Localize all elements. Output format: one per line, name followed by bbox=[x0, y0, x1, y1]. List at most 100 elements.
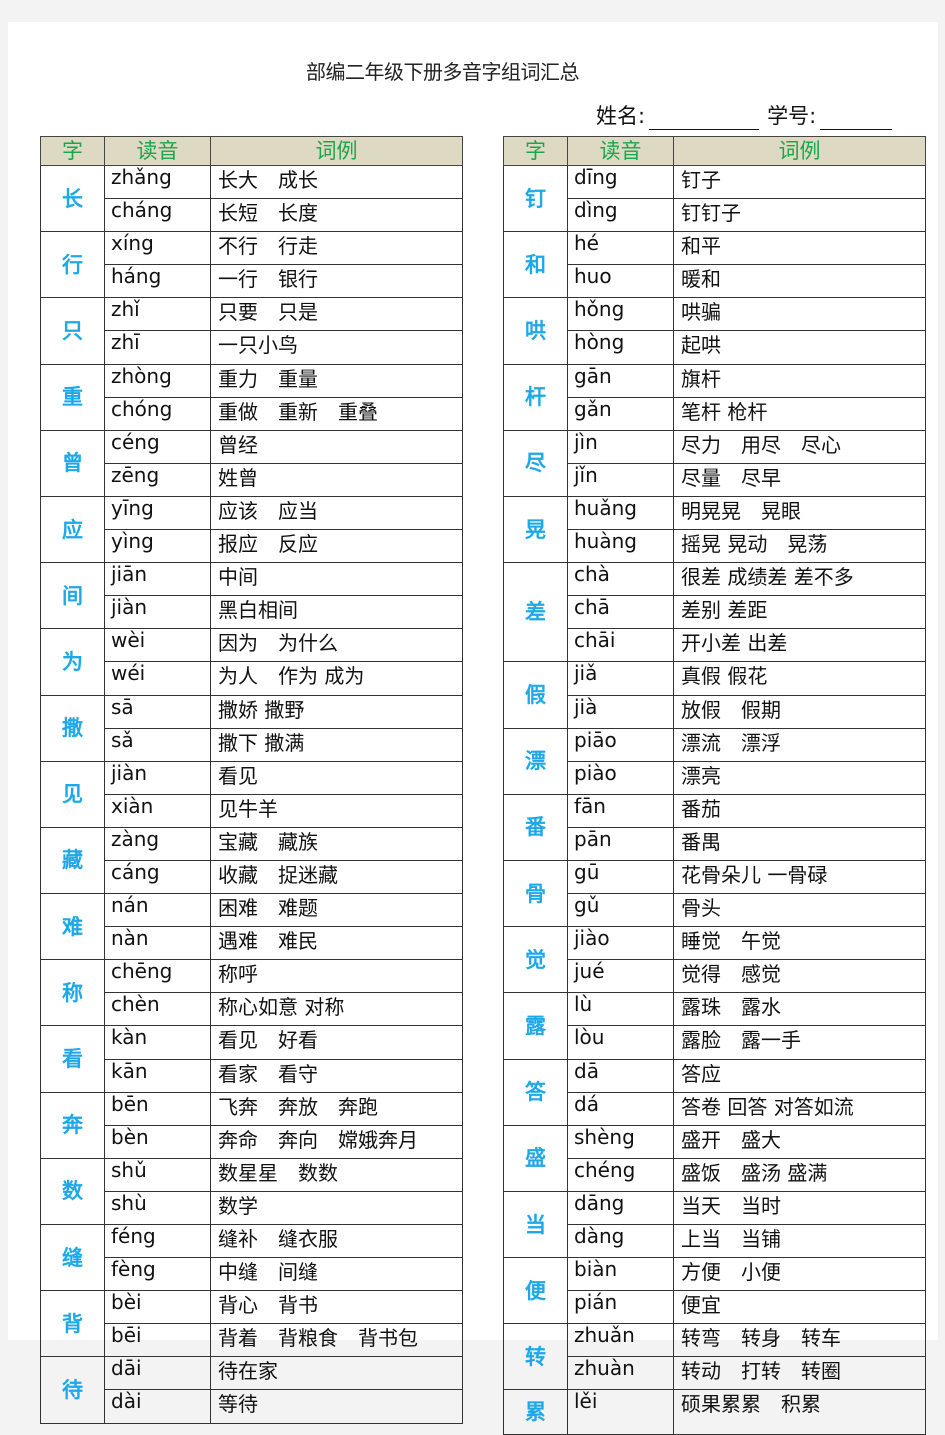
pinyin-reading: bèi bbox=[104, 1290, 211, 1325]
table-row: lòu 露脸 露一手 bbox=[504, 1025, 926, 1060]
table-row: 重 zhòng 重力 重量 bbox=[40, 363, 463, 431]
table-row: yìng 报应 反应 bbox=[41, 529, 463, 564]
polyphone-character: 和 bbox=[503, 231, 568, 299]
pinyin-reading: lěi bbox=[567, 1389, 674, 1435]
table-body: 长 zhǎng 长大 成长 cháng 长短 长度行 xíng 不行 行走 háng 一行 银行… bbox=[40, 164, 463, 1424]
example-words: 觉得 感觉 bbox=[673, 959, 926, 994]
polyphone-character: 番 bbox=[503, 793, 568, 861]
table-row: 曾 céng 曾经 bbox=[40, 429, 463, 497]
table-row: xiàn 见牛羊 bbox=[41, 793, 463, 828]
example-words: 差别 差距 bbox=[673, 595, 926, 630]
example-words: 背着 背粮食 背书包 bbox=[210, 1323, 463, 1358]
example-words: 称呼 bbox=[210, 959, 463, 994]
student-number-blank-field[interactable] bbox=[820, 105, 893, 130]
example-words: 应该 应当 bbox=[210, 495, 463, 531]
example-words: 明晃晃 晃眼 bbox=[673, 495, 926, 531]
pinyin-reading: dài bbox=[104, 1389, 211, 1424]
table-row: shù 数学 bbox=[41, 1190, 463, 1226]
example-words: 笔杆 枪杆 bbox=[673, 396, 926, 431]
example-words: 转弯 转身 转车 bbox=[673, 1323, 926, 1358]
pinyin-reading: pān bbox=[567, 826, 674, 861]
example-words: 宝藏 藏族 bbox=[210, 826, 463, 861]
header-char: 字 bbox=[503, 136, 568, 166]
example-words: 见牛羊 bbox=[210, 793, 463, 828]
example-words: 当天 当时 bbox=[673, 1190, 926, 1226]
polyphone-character: 便 bbox=[503, 1257, 568, 1325]
table-row: 盛 shèng 盛开 盛大 bbox=[503, 1124, 926, 1192]
polyphone-character: 撒 bbox=[40, 694, 105, 762]
example-words: 因为 为什么 bbox=[210, 628, 463, 663]
table-row: 长 zhǎng 长大 成长 bbox=[40, 164, 463, 233]
pinyin-reading: cháng bbox=[104, 198, 211, 233]
pinyin-reading: shù bbox=[104, 1190, 211, 1226]
name-label: 姓名: bbox=[596, 104, 646, 128]
example-words: 黑白相间 bbox=[210, 595, 463, 630]
pinyin-reading: fān bbox=[567, 793, 674, 828]
table-row: 累 lěi 硕果累累 积累 bbox=[503, 1389, 926, 1435]
table-row: chā 差别 差距 bbox=[504, 595, 926, 630]
table-row: 晃 huǎng 明晃晃 晃眼 bbox=[503, 495, 926, 564]
example-words: 重做 重新 重叠 bbox=[210, 396, 463, 431]
pinyin-reading: gū bbox=[567, 859, 674, 895]
polyphone-character: 钉 bbox=[503, 164, 568, 233]
pinyin-reading: huǎng bbox=[567, 495, 674, 531]
table-row: 见 jiàn 看见 bbox=[40, 760, 463, 828]
polyphone-character: 骨 bbox=[503, 859, 568, 928]
pinyin-reading: yìng bbox=[104, 529, 211, 564]
example-words: 撒娇 撒野 bbox=[210, 694, 463, 729]
example-words: 中缝 间缝 bbox=[210, 1257, 463, 1292]
table-row: 答 dā 答应 bbox=[503, 1058, 926, 1126]
student-number-label: 学号: bbox=[767, 104, 817, 128]
pinyin-reading: xiàn bbox=[104, 793, 211, 828]
polyphone-character: 行 bbox=[40, 231, 105, 299]
example-words: 哄骗 bbox=[673, 297, 926, 332]
polyphone-character: 盛 bbox=[503, 1124, 568, 1192]
pinyin-reading: cáng bbox=[104, 859, 211, 895]
table-row: huo 暖和 bbox=[504, 264, 926, 299]
pinyin-reading: hòng bbox=[567, 330, 674, 365]
table-row: 尽 jìn 尽力 用尽 尽心 bbox=[503, 429, 926, 497]
pinyin-reading: bèn bbox=[104, 1124, 211, 1159]
pinyin-reading: yīng bbox=[104, 495, 211, 531]
pinyin-reading: dīng bbox=[567, 164, 674, 200]
table-row: 哄 hǒng 哄骗 bbox=[503, 297, 926, 365]
example-words: 报应 反应 bbox=[210, 529, 463, 564]
table-row: 和 hé 和平 bbox=[503, 231, 926, 299]
pinyin-reading: chāi bbox=[567, 628, 674, 663]
example-words: 暖和 bbox=[673, 264, 926, 299]
student-info-line: 姓名: 学号: bbox=[596, 100, 893, 130]
pinyin-reading: chéng bbox=[567, 1157, 674, 1192]
polyphone-character: 应 bbox=[40, 495, 105, 564]
polyphone-character: 觉 bbox=[503, 926, 568, 994]
table-row: 杆 gān 旗杆 bbox=[503, 363, 926, 431]
pinyin-reading: biàn bbox=[567, 1257, 674, 1292]
example-words: 钉钉子 bbox=[673, 198, 926, 233]
table-row: 撒 sā 撒娇 撒野 bbox=[40, 694, 463, 762]
polyphone-table-left: 字 读音 词例 长 zhǎng 长大 成长 cháng 长短 长度行 xíng 不行 行走 h… bbox=[40, 136, 463, 1424]
polyphone-character: 累 bbox=[503, 1389, 568, 1435]
table-header-row: 字 读音 词例 bbox=[40, 136, 463, 166]
polyphone-character: 漂 bbox=[503, 727, 568, 795]
pinyin-reading: jiān bbox=[104, 562, 211, 597]
example-words: 飞奔 奔放 奔跑 bbox=[210, 1091, 463, 1126]
example-words: 骨头 bbox=[673, 893, 926, 928]
pinyin-reading: nàn bbox=[104, 926, 211, 961]
header-examples: 词例 bbox=[210, 136, 463, 166]
pinyin-reading: jué bbox=[567, 959, 674, 994]
example-words: 数学 bbox=[210, 1190, 463, 1226]
pinyin-reading: chà bbox=[567, 562, 674, 597]
table-row: wéi 为人 作为 成为 bbox=[41, 661, 463, 696]
example-words: 一只小鸟 bbox=[210, 330, 463, 365]
name-blank-field[interactable] bbox=[649, 105, 760, 130]
table-row: 奔 bēn 飞奔 奔放 奔跑 bbox=[40, 1091, 463, 1159]
table-row: sǎ 撒下 撒满 bbox=[41, 727, 463, 762]
example-words: 便宜 bbox=[673, 1290, 926, 1325]
table-row: 只 zhǐ 只要 只是 bbox=[40, 297, 463, 365]
example-words: 称心如意 对称 bbox=[210, 992, 463, 1027]
example-words: 收藏 捉迷藏 bbox=[210, 859, 463, 895]
table-row: chóng 重做 重新 重叠 bbox=[41, 396, 463, 431]
table-row: pián 便宜 bbox=[504, 1290, 926, 1325]
example-words: 背心 背书 bbox=[210, 1290, 463, 1325]
table-row: gǔ 骨头 bbox=[504, 893, 926, 928]
example-words: 硕果累累 积累 bbox=[673, 1389, 926, 1435]
